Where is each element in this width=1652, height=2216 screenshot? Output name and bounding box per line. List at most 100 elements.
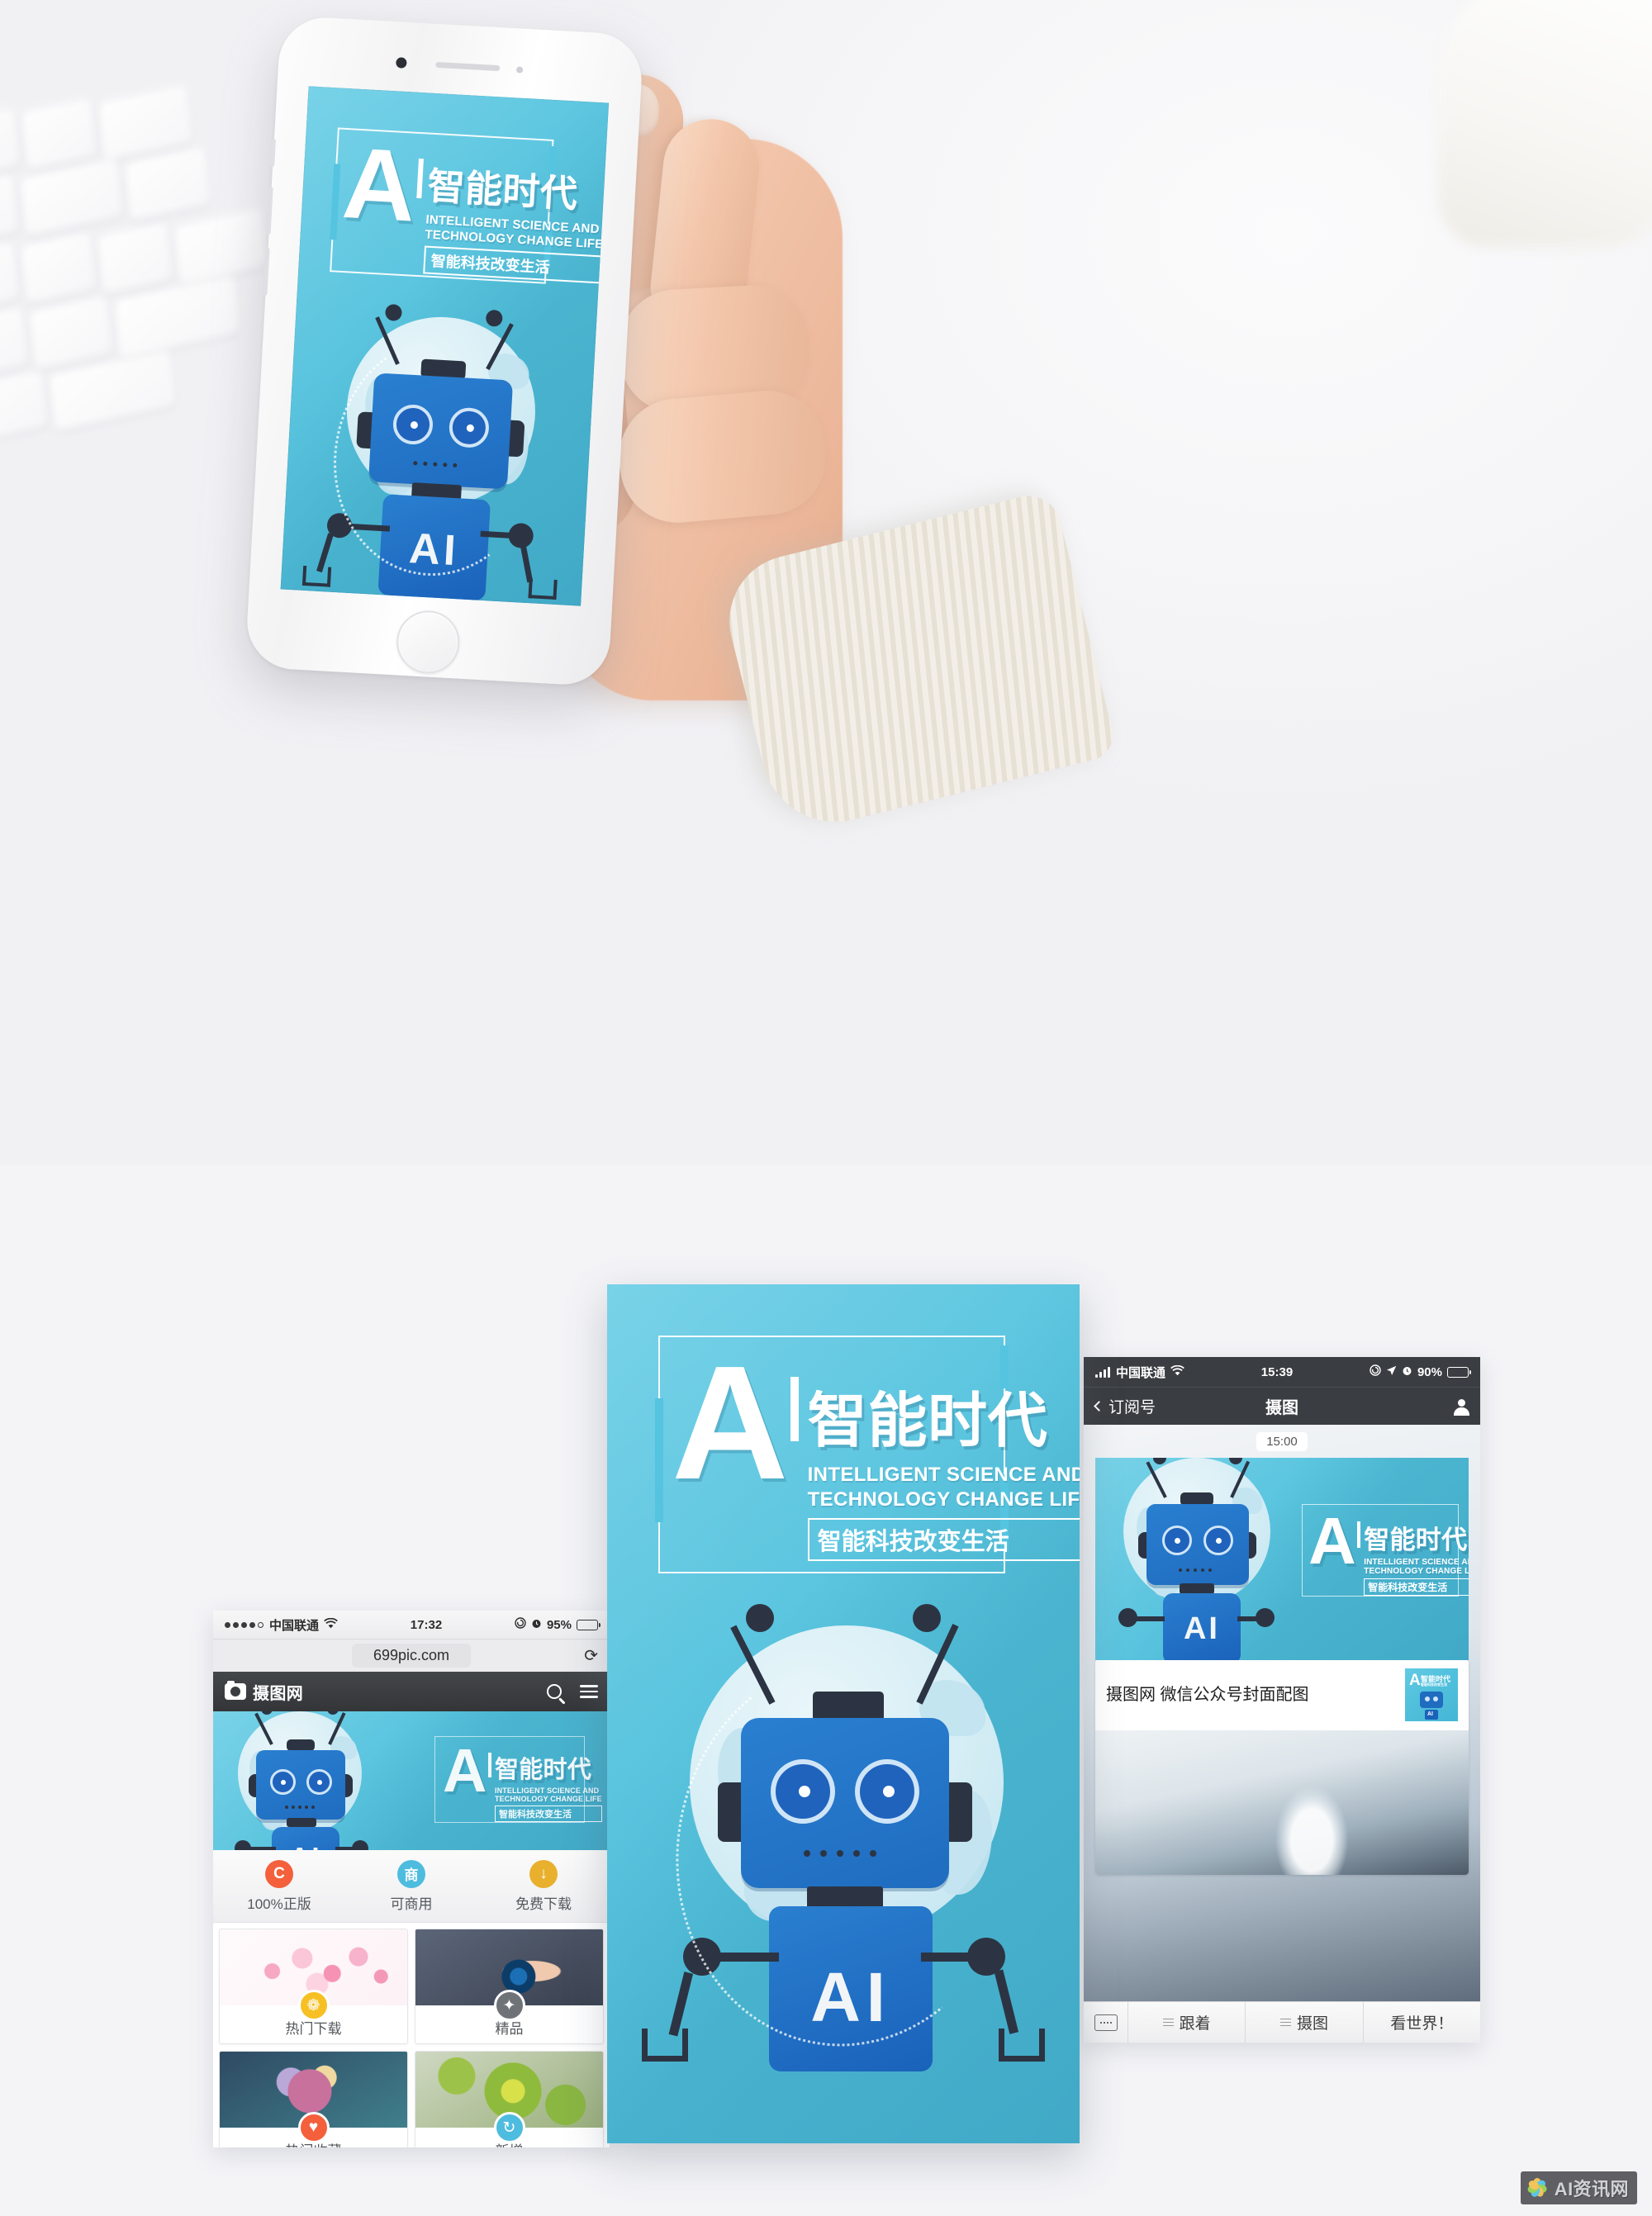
banner-en-line1: INTELLIGENT SCIENCE AND [494,1787,600,1795]
center-divider [790,1377,799,1441]
chat-logo-letter: A [1308,1504,1356,1578]
feature-item-1[interactable]: 商 可商用 [345,1850,477,1922]
thumb-logo-letter: A [1409,1672,1421,1689]
keyboard-icon[interactable] [1084,2002,1128,2043]
rotation-lock-icon [1370,1364,1381,1379]
screenshot-root: A 智能时代 INTELLIGENT SCIENCE AND TECHNOLOG… [0,0,1652,2216]
left-phone-browser: 中国联通 17:32 95% 699pic.com ⟳ 摄图网 A 智能时代 I… [213,1611,610,2147]
chat-timestamp: 15:00 [1084,1425,1480,1458]
hamburger-menu-icon[interactable] [580,1685,598,1698]
reload-icon[interactable]: ⟳ [584,1645,598,1666]
right-phone-wechat: 中国联通 15:39 90% 订阅号 摄图 15:00 AI A 智能时代 IN… [1084,1357,1480,2043]
right-status-bar: 中国联通 15:39 90% [1084,1357,1480,1387]
alarm-icon [1402,1365,1412,1379]
chat-cn-title: 智能时代 [1364,1526,1468,1554]
ai-poster-thumbnail: A 智能时代 智能科技改变生活 AI [1405,1668,1458,1721]
wechat-nav-bar: 订阅号 摄图 [1084,1387,1480,1425]
medal-icon: ✦ [493,1990,525,2021]
signal-bars-icon [1095,1366,1110,1378]
background-cloth [1437,0,1652,248]
list-item[interactable]: ❁ 热门下载 [219,1929,408,2044]
list-icon [1279,2018,1291,2027]
site-header: 摄图网 [213,1672,610,1711]
toolbar-item-0[interactable]: 跟着 [1128,2002,1246,2043]
feature-label-2: 免费下载 [515,1896,572,1912]
iphone-mockup: A 智能时代 INTELLIGENT SCIENCE AND TECHNOLOG… [244,15,644,687]
toolbar-label-2: 看世界！ [1390,2015,1454,2033]
camera-icon [225,1681,246,1700]
feature-row: C 100%正版 商 可商用 ↓ 免费下载 [213,1850,610,1923]
page-title: 摄图 [1265,1399,1298,1417]
rotation-lock-icon [515,1617,526,1632]
article-photo [1095,1730,1469,1875]
center-logo-letter: A [672,1332,789,1513]
banner-en-line2: TECHNOLOGY CHANGE LIFE [494,1795,602,1803]
battery-percent: 90% [1417,1364,1442,1379]
list-item[interactable]: ↻ 新增 [415,2051,604,2147]
center-en-line1: INTELLIGENT SCIENCE AND [807,1464,1080,1486]
feature-label-1: 可商用 [390,1896,433,1912]
list-icon [1162,2018,1174,2027]
site-banner-poster[interactable]: AI A 智能时代 INTELLIGENT SCIENCE AND TECHNO… [213,1711,610,1850]
status-time: 15:39 [1260,1364,1294,1379]
location-arrow-icon [1386,1365,1397,1379]
poster-cn-title: 智能时代 [426,164,579,216]
toolbar-label-1: 摄图 [1296,2015,1328,2033]
wechat-bottom-toolbar: 跟着 摄图 看世界！ [1084,2001,1480,2043]
card-image-0: ❁ [220,1929,407,2021]
center-robot-illustration: AI [607,1602,1080,2143]
chat-sub-badge: 智能科技改变生活 [1364,1578,1469,1596]
status-time: 17:32 [410,1617,443,1632]
url-text[interactable]: 699pic.com [351,1644,472,1668]
left-status-bar: 中国联通 17:32 95% [213,1611,610,1639]
feature-item-0[interactable]: C 100%正版 [213,1850,345,1922]
poster-divider [415,158,424,199]
chat-poster-image[interactable]: AI A 智能时代 INTELLIGENT SCIENCE AND TECHNO… [1095,1458,1469,1660]
center-cn-title: 智能时代 [807,1388,1048,1454]
person-icon[interactable] [1454,1398,1469,1416]
list-item[interactable]: ♥ 热门收藏 [219,2051,408,2147]
watermark: AI资讯网 [1520,2171,1637,2204]
thumb-chest-label: AI [1427,1711,1433,1717]
battery-icon [577,1619,601,1630]
chat-divider [1357,1521,1361,1548]
carrier-label: 中国联通 [269,1618,320,1633]
banner-robot: AI [213,1711,383,1850]
wechat-chat-body: 15:00 AI A 智能时代 INTELLIGENT SCIENCE AND … [1084,1425,1480,2001]
download-icon: ↓ [529,1859,558,1888]
browser-url-bar[interactable]: 699pic.com ⟳ [213,1639,610,1672]
article-title: 摄图网 微信公众号封面配图 [1106,1685,1309,1704]
card-image-3: ↻ [415,2052,603,2143]
battery-percent: 95% [546,1617,572,1632]
signal-dots-icon [225,1621,263,1628]
card-image-2: ♥ [220,2052,407,2143]
robot-illustration: AI [281,292,598,606]
hero-photo-scene: A 智能时代 INTELLIGENT SCIENCE AND TECHNOLOG… [0,0,1652,1165]
toolbar-item-2[interactable]: 看世界！ [1364,2002,1480,2043]
copyright-icon: C [265,1859,293,1888]
banner-divider [487,1753,491,1777]
refresh-icon: ↻ [493,2112,525,2143]
feature-label-0: 100%正版 [247,1896,311,1912]
list-item[interactable]: ✦ 精品 [415,1929,604,2044]
banner-robot-chest-label: AI [272,1842,339,1850]
toolbar-item-1[interactable]: 摄图 [1246,2002,1364,2043]
banner-cn-title: 智能时代 [494,1757,592,1783]
poster-logo-letter: A [339,126,417,243]
chat-en-line2: TECHNOLOGY CHANGE LIFE [1364,1567,1469,1576]
chat-robot: AI [1095,1458,1285,1660]
chat-robot-chest-label: AI [1183,1611,1221,1646]
search-icon[interactable] [547,1684,562,1699]
banner-logo-letter: A [443,1736,487,1805]
banner-sub-badge: 智能科技改变生活 [494,1806,602,1822]
flower-logo-icon [1526,2176,1549,2199]
center-sub-badge: 智能科技改变生活 [807,1518,1080,1561]
feature-item-2[interactable]: ↓ 免费下载 [477,1850,610,1922]
article-card[interactable]: 摄图网 微信公众号封面配图 A 智能时代 智能科技改变生活 AI [1095,1659,1469,1875]
center-poster: A 智能时代 INTELLIGENT SCIENCE AND TECHNOLOG… [607,1284,1080,2143]
category-card-grid: ❁ 热门下载 ✦ 精品 ♥ 热门收藏 [213,1923,610,2147]
phone-screen-poster: A 智能时代 INTELLIGENT SCIENCE AND TECHNOLOG… [280,86,610,606]
card-image-1: ✦ [415,1929,603,2021]
chat-en-line1: INTELLIGENT SCIENCE AND [1364,1558,1469,1567]
watermark-text: AI资讯网 [1554,2179,1629,2199]
